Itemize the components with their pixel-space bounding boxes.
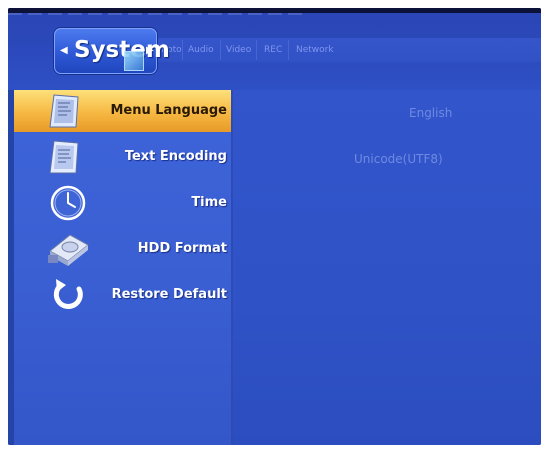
text-encoding-value: Unicode(UTF8): [354, 152, 443, 166]
tab-divider: [182, 40, 183, 60]
tab-network[interactable]: Network: [296, 41, 334, 59]
restore-icon: [53, 279, 83, 309]
tab-divider: [256, 40, 257, 60]
tab-audio[interactable]: Audio: [188, 41, 214, 59]
menu-item-time[interactable]: Time: [14, 182, 231, 224]
tab-divider: [220, 40, 221, 60]
tv-screen: Photo Audio Video REC Network ◀ System ▶…: [8, 8, 541, 445]
tab-video[interactable]: Video: [226, 41, 251, 59]
time-label: Time: [191, 195, 227, 210]
restore-default-label: Restore Default: [111, 287, 227, 302]
menu-language-icon: [49, 94, 79, 128]
tab-system[interactable]: ◀ System ▶: [54, 28, 170, 74]
system-tab-label: System: [74, 37, 170, 63]
chevron-right-icon[interactable]: ▶: [146, 45, 154, 56]
menu-item-restore-default[interactable]: Restore Default: [14, 274, 231, 316]
text-encoding-label: Text Encoding: [124, 149, 227, 164]
chevron-left-icon[interactable]: ◀: [60, 45, 68, 56]
menu-item-menu-language[interactable]: Menu Language: [14, 90, 231, 132]
hdd-icon: [48, 234, 89, 266]
system-cube-icon: [124, 51, 144, 71]
settings-value-panel: [233, 90, 541, 445]
tab-rec[interactable]: REC: [264, 41, 282, 59]
scanline-decoration: [8, 13, 308, 15]
clock-icon: [50, 185, 86, 221]
tab-divider: [288, 40, 289, 60]
text-encoding-icon: [49, 140, 79, 174]
menu-item-hdd-format[interactable]: HDD Format: [14, 228, 231, 270]
menu-language-value: English: [409, 106, 453, 120]
menu-language-label: Menu Language: [110, 103, 227, 118]
hdd-format-label: HDD Format: [137, 241, 227, 256]
menu-item-text-encoding[interactable]: Text Encoding: [14, 136, 231, 178]
